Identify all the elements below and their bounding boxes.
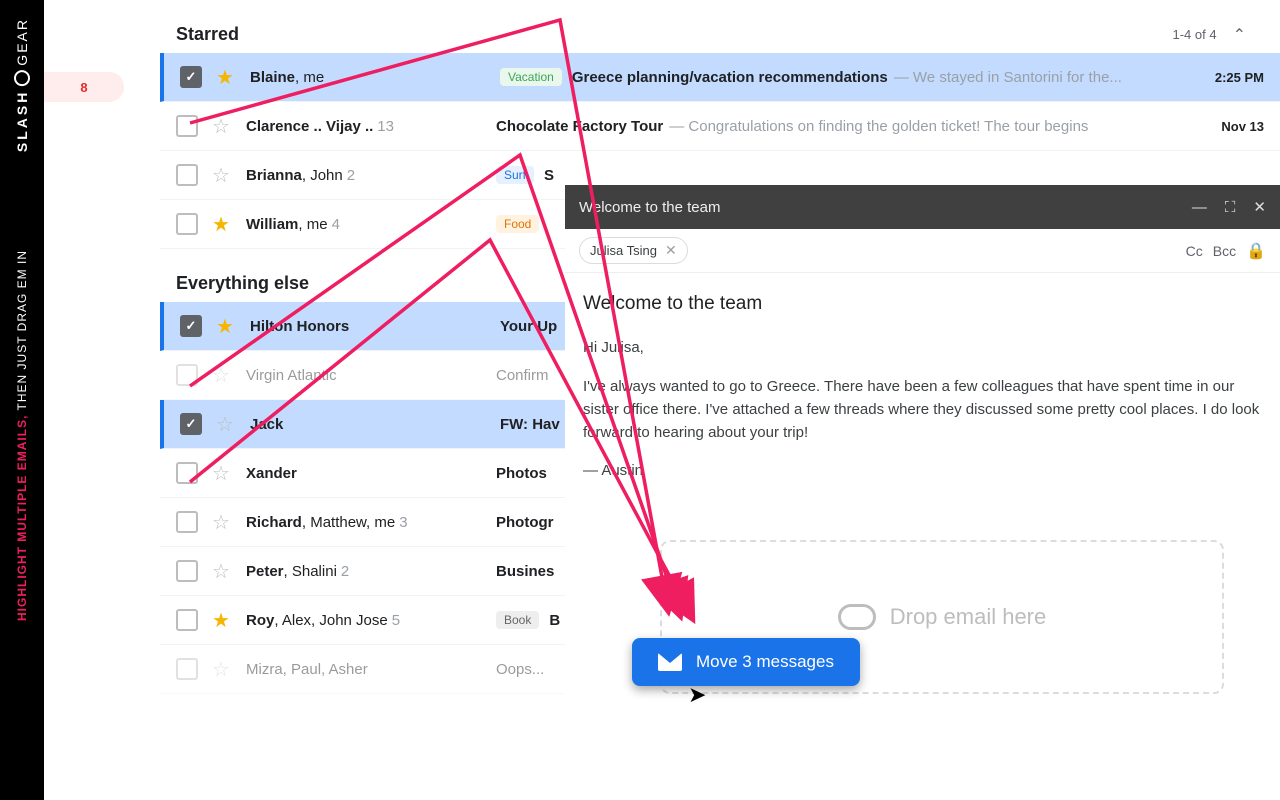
chip-remove-icon[interactable]: ✕	[665, 242, 677, 259]
row-subject: Busines	[496, 563, 554, 580]
row-checkbox[interactable]	[180, 413, 202, 435]
row-sender: Jack	[250, 416, 500, 433]
row-sender: William, me4	[246, 216, 496, 233]
row-subject: Your Up	[500, 318, 557, 335]
row-subject: Greece planning/vacation recommendations	[572, 69, 888, 86]
envelope-icon	[658, 653, 682, 671]
row-label[interactable]: Vacation	[500, 68, 562, 86]
star-icon[interactable]: ☆	[210, 163, 232, 188]
row-subject: Chocolate Factory Tour	[496, 118, 663, 135]
drag-tooltip[interactable]: Move 3 messages	[632, 638, 860, 686]
row-sender: Roy, Alex, John Jose5	[246, 612, 496, 629]
fullscreen-icon[interactable]: ⛶	[1225, 199, 1236, 216]
star-icon[interactable]: ★	[214, 314, 236, 339]
recipient-name: Julisa Tsing	[590, 243, 657, 258]
mail-row[interactable]: ☆ Clarence .. Vijay ..13 Chocolate Facto…	[160, 102, 1280, 151]
star-icon[interactable]: ☆	[214, 412, 236, 437]
section-header-starred[interactable]: Starred 1-4 of 4 ⌃	[160, 0, 1280, 53]
star-icon[interactable]: ★	[214, 65, 236, 90]
row-sender: Clarence .. Vijay ..13	[246, 118, 496, 135]
row-sender: Blaine, me	[250, 69, 500, 86]
row-sender: Virgin Atlantic	[246, 367, 496, 384]
row-label[interactable]: Food	[496, 215, 539, 233]
row-snippet: — We stayed in Santorini for the...	[894, 69, 1122, 86]
star-icon[interactable]: ☆	[210, 461, 232, 486]
row-subject: Photogr	[496, 514, 554, 531]
row-subject: S	[544, 167, 554, 184]
minimize-icon[interactable]: —	[1192, 199, 1207, 216]
row-subject: Photos	[496, 465, 547, 482]
row-sender: Brianna, John2	[246, 167, 496, 184]
star-icon[interactable]: ☆	[210, 657, 232, 682]
row-sender: Peter, Shalini2	[246, 563, 496, 580]
row-time: Nov 13	[1213, 119, 1264, 134]
row-time: 2:25 PM	[1207, 70, 1264, 85]
chevron-up-icon[interactable]: ⌃	[1233, 25, 1246, 45]
row-subject: Confirm	[496, 367, 549, 384]
row-subject: Oops...	[496, 661, 544, 678]
section-title: Everything else	[176, 273, 309, 294]
row-checkbox[interactable]	[176, 462, 198, 484]
section-count: 1-4 of 4	[1173, 27, 1217, 42]
site-left-rail: SLASHGEAR HIGHLIGHT MULTIPLE EMAILS, THE…	[0, 0, 44, 800]
row-checkbox[interactable]	[176, 658, 198, 680]
unread-badge: 8	[44, 72, 124, 102]
drag-label: Move 3 messages	[696, 652, 834, 672]
row-label[interactable]: Surf	[496, 166, 534, 184]
star-icon[interactable]: ☆	[210, 559, 232, 584]
lock-icon[interactable]: 🔒	[1246, 241, 1266, 261]
compose-title: Welcome to the team	[579, 199, 720, 216]
compose-paragraph: I've always wanted to go to Greece. Ther…	[583, 375, 1262, 445]
row-checkbox[interactable]	[176, 511, 198, 533]
row-sender: Mizra, Paul, Asher	[246, 661, 496, 678]
compose-greeting: Hi Julisa,	[583, 336, 1262, 359]
compose-body-title: Welcome to the team	[583, 289, 1262, 318]
mail-row[interactable]: ★ Blaine, me Vacation Greece planning/va…	[160, 53, 1280, 102]
row-checkbox[interactable]	[176, 213, 198, 235]
star-icon[interactable]: ☆	[210, 510, 232, 535]
section-title: Starred	[176, 24, 239, 45]
star-icon[interactable]: ★	[210, 608, 232, 633]
row-checkbox[interactable]	[176, 560, 198, 582]
close-icon[interactable]: ✕	[1253, 198, 1266, 216]
row-subject: B	[549, 612, 560, 629]
recipient-chip[interactable]: Julisa Tsing ✕	[579, 237, 688, 264]
site-brand: SLASHGEAR	[14, 18, 30, 152]
row-checkbox[interactable]	[180, 66, 202, 88]
cc-link[interactable]: Cc	[1186, 243, 1203, 259]
compose-window: Welcome to the team — ⛶ ✕ Julisa Tsing ✕…	[565, 185, 1280, 800]
row-checkbox[interactable]	[180, 315, 202, 337]
row-sender: Richard, Matthew, me3	[246, 514, 496, 531]
row-checkbox[interactable]	[176, 164, 198, 186]
row-checkbox[interactable]	[176, 115, 198, 137]
star-icon[interactable]: ★	[210, 212, 232, 237]
annotation-caption: HIGHLIGHT MULTIPLE EMAILS, THEN JUST DRA…	[15, 250, 29, 621]
compose-header[interactable]: Welcome to the team — ⛶ ✕	[565, 185, 1280, 229]
star-icon[interactable]: ☆	[210, 363, 232, 388]
bcc-link[interactable]: Bcc	[1213, 243, 1236, 259]
row-subject: FW: Hav	[500, 416, 560, 433]
cursor-icon: ➤	[688, 682, 706, 708]
compose-signature: — Austin	[583, 459, 1262, 482]
compose-to-row[interactable]: Julisa Tsing ✕ Cc Bcc 🔒	[565, 229, 1280, 273]
row-sender: Hilton Honors	[250, 318, 500, 335]
row-checkbox[interactable]	[176, 364, 198, 386]
row-snippet: — Congratulations on finding the golden …	[669, 118, 1088, 135]
star-icon[interactable]: ☆	[210, 114, 232, 139]
row-label[interactable]: Book	[496, 611, 539, 629]
row-checkbox[interactable]	[176, 609, 198, 631]
row-sender: Xander	[246, 465, 496, 482]
compose-body[interactable]: Welcome to the team Hi Julisa, I've alwa…	[565, 273, 1280, 514]
